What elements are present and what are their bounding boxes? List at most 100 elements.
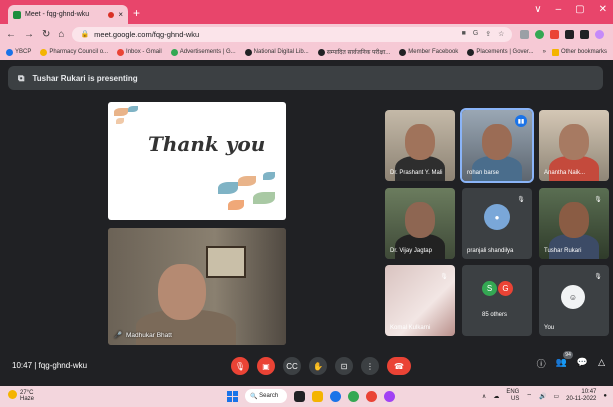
camera-in-use-icon[interactable]: ■ (462, 30, 466, 38)
app-icon[interactable] (384, 390, 395, 402)
windows-start-icon[interactable] (227, 390, 238, 402)
mic-off-button[interactable]: 🎙 (231, 357, 249, 375)
decor-leaf (114, 108, 128, 116)
slide-title: Thank you (148, 132, 266, 156)
people-count-badge: 94 (563, 351, 573, 359)
others-tile[interactable]: S G 85 others (462, 265, 532, 336)
taskbar-clock[interactable]: 10:47 20-11-2022 (566, 389, 596, 403)
recording-dot-icon (108, 11, 115, 18)
chat-icon[interactable]: 💬 (577, 357, 588, 370)
presenting-text: Tushar Rukari is presenting (32, 73, 138, 83)
bookmark-item[interactable]: सम्पादित सार्वजनिक परीक्षा... (317, 48, 390, 56)
reload-icon[interactable]: ↻ (42, 29, 50, 40)
presentation-slide[interactable]: Thank you (108, 102, 286, 220)
tab-search-icon[interactable]: ∨ (534, 4, 541, 15)
others-count: 85 others (482, 312, 508, 318)
tab-title: Meet - fqg-ghnd-wku (25, 11, 90, 18)
participant-tile[interactable]: Dr. Vijay Jagtap (385, 188, 455, 259)
nav-buttons: ← → ↻ ⌂ (6, 29, 64, 40)
side-controls: ⓘ 👥 94 💬 △ (537, 351, 605, 370)
presenting-banner: ⧉ Tushar Rukari is presenting (8, 66, 603, 90)
file-explorer-icon[interactable] (312, 390, 323, 402)
weather-widget[interactable]: 27°C Haze (8, 390, 34, 402)
muted-mic-icon: 🎙 (440, 273, 448, 280)
bookmark-icon (244, 48, 252, 56)
meeting-info: 10:47 | fqg-ghnd-wku (12, 361, 87, 370)
participant-name: You (544, 325, 555, 331)
participant-tile[interactable]: 🎙 Komal Kulkarni (385, 265, 455, 336)
self-tile[interactable]: 🎙 ☺ You (539, 265, 609, 336)
wifi-icon[interactable]: ⌔ (526, 392, 532, 400)
bookmark-item[interactable]: YBCP (6, 48, 31, 56)
home-icon[interactable]: ⌂ (58, 29, 64, 40)
profile-avatar[interactable] (595, 29, 605, 39)
tab-close-icon[interactable]: × (118, 10, 123, 19)
raise-hand-button[interactable]: ✋ (309, 357, 327, 375)
taskbar-search[interactable]: 🔍 Search (245, 389, 287, 403)
extension-icon[interactable] (550, 29, 560, 39)
muted-mic-icon: 🎙 (594, 196, 602, 203)
back-icon[interactable]: ← (6, 29, 16, 40)
leave-call-button[interactable]: ☎ (387, 357, 411, 375)
volume-icon[interactable]: 🔊 (539, 393, 546, 400)
captions-button[interactable]: CC (283, 357, 301, 375)
bookmark-item[interactable]: Advertisements | G... (170, 48, 236, 56)
people-icon[interactable]: 👥 94 (556, 351, 573, 370)
extensions (520, 29, 605, 39)
maximize-button[interactable]: ▢ (575, 4, 584, 15)
browser-title-bar: Meet - fqg-ghnd-wku × + ∨ – ▢ ✕ (0, 0, 613, 24)
avatar-s: S (482, 281, 497, 296)
camera-off-button[interactable]: ▣ (257, 357, 275, 375)
chrome-icon[interactable] (348, 390, 359, 402)
more-bookmarks-icon[interactable]: » (543, 49, 546, 56)
onedrive-icon[interactable]: ☁ (493, 393, 499, 400)
minimize-button[interactable]: – (556, 4, 562, 15)
participant-name: Anantha Naik... (544, 170, 586, 176)
other-bookmarks[interactable]: Other bookmarks (551, 48, 607, 56)
edge-icon[interactable] (330, 390, 341, 402)
share-icon[interactable]: ⇪ (485, 30, 491, 38)
participant-tile[interactable]: Anantha Naik... (539, 110, 609, 181)
task-view-icon[interactable] (294, 390, 305, 402)
info-icon[interactable]: ⓘ (537, 357, 546, 370)
participant-tile[interactable]: ▮▮ rohan barse (460, 108, 534, 183)
present-button[interactable]: ⊡ (335, 357, 353, 375)
participant-tile[interactable]: 🎙 ● pranjali shandilya (462, 188, 532, 259)
browser-tab[interactable]: Meet - fqg-ghnd-wku × (8, 5, 128, 24)
bookmark-item[interactable]: Member Facebook (399, 48, 458, 56)
main-speaker-video[interactable]: 🎤 Madhukar Bhatt (108, 228, 286, 345)
bookmark-icon (399, 48, 407, 56)
bookmark-item[interactable]: National Digital Lib... (244, 48, 309, 56)
more-options-button[interactable]: ⋮ (361, 357, 379, 375)
notification-icon[interactable]: ● (603, 393, 607, 399)
tray-overflow-icon[interactable]: ∧ (482, 393, 486, 400)
participant-tile[interactable]: Dr. Prashant Y. Mali (385, 110, 455, 181)
decor-leaf (253, 192, 275, 204)
sidebar-icon[interactable] (580, 29, 590, 39)
google-lens-icon[interactable]: G (473, 30, 478, 38)
os-taskbar: 27°C Haze 🔍 Search ∧ ☁ ENG US ⌔ 🔊 ▭ 10:47 2… (0, 386, 613, 407)
bookmark-item[interactable]: Placements | Gover... (467, 48, 534, 56)
participant-name: pranjali shandilya (467, 248, 514, 254)
url-bar[interactable]: 🔒 meet.google.com/fqg-ghnd-wku ■ G ⇪ ☆ (72, 26, 513, 42)
meet-favicon-icon (13, 10, 21, 19)
folder-icon (551, 48, 559, 56)
extension-icon[interactable] (520, 29, 530, 39)
bookmark-item[interactable]: Pharmacy Council o... (40, 48, 108, 56)
forward-icon[interactable]: → (24, 29, 34, 40)
close-window-button[interactable]: ✕ (599, 4, 607, 15)
language-indicator[interactable]: ENG US (506, 389, 519, 403)
app-icon[interactable] (366, 390, 377, 402)
bookmark-item[interactable]: Inbox - Gmail (117, 48, 162, 56)
puzzle-icon[interactable] (565, 29, 575, 39)
participant-name: Dr. Prashant Y. Mali (390, 170, 443, 176)
system-tray: ∧ ☁ ENG US ⌔ 🔊 ▭ 10:47 20-11-2022 ● (482, 389, 607, 403)
extension-icon[interactable] (535, 29, 545, 39)
new-tab-button[interactable]: + (133, 6, 140, 20)
activities-icon[interactable]: △ (598, 357, 605, 370)
wall-picture (206, 246, 246, 278)
battery-icon[interactable]: ▭ (553, 393, 559, 400)
bookmark-star-icon[interactable]: ☆ (498, 30, 504, 38)
participant-name: Dr. Vijay Jagtap (390, 248, 432, 254)
participant-tile[interactable]: 🎙 Tushar Rukari (539, 188, 609, 259)
